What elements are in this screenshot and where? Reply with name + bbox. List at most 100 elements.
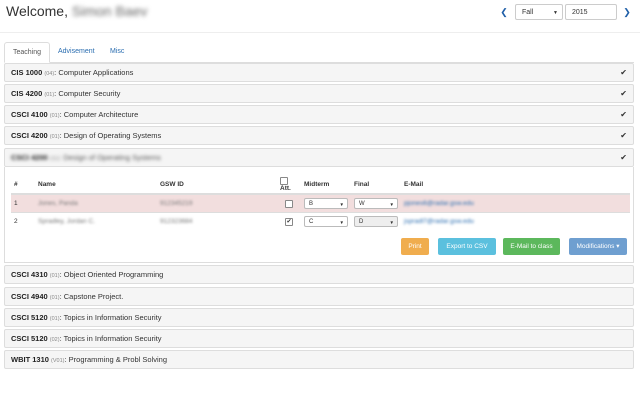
course-code: CIS 1000 (11, 68, 43, 77)
chevron-down-icon (390, 217, 394, 228)
course-title: : Computer Security (54, 89, 121, 98)
course-row[interactable]: CSCI 4200 (01): Design of Operating Syst… (4, 126, 634, 145)
course-code: CSCI 4310 (11, 270, 48, 279)
chevron-down-icon (340, 199, 344, 210)
course-title: : Design of Operating Systems (59, 131, 162, 140)
col-final: Final (351, 175, 401, 195)
course-section: (01) (49, 295, 60, 301)
year-input-value: 2015 (572, 9, 588, 16)
attendance-cell: ✔ (277, 212, 301, 230)
col-email: E-Mail (401, 175, 630, 195)
email-cell: pjones6@radar.gsw.edu (401, 193, 630, 213)
course-section: (11) (49, 156, 60, 162)
student-id-cell: 912345219 (157, 193, 277, 213)
course-code: CIS 4200 (11, 89, 43, 98)
next-term-icon[interactable] (620, 4, 634, 20)
student-name: Spradley, Jordan C. (38, 218, 95, 225)
course-row[interactable]: CSCI 4310 (01): Object Oriented Programm… (4, 265, 634, 284)
course-title: : Capstone Project. (59, 292, 124, 301)
final-select[interactable]: W (354, 198, 398, 209)
tab-misc[interactable]: Misc (102, 42, 132, 62)
export-csv-button[interactable]: Export to CSV (438, 238, 496, 255)
course-code: CSCI 4100 (11, 110, 48, 119)
midterm-cell: B (301, 193, 351, 213)
course-row[interactable]: WBIT 1310 (V01): Programming & Probl Sol… (4, 350, 634, 369)
roster-table: # Name GSW ID Att. Midterm Final E-Mail … (11, 175, 630, 230)
course-row[interactable]: CSCI 5120 (02): Topics in Information Se… (4, 329, 634, 348)
check-icon: ✔ (620, 89, 627, 98)
col-att: Att. (277, 175, 301, 195)
check-icon: ✔ (620, 68, 627, 77)
course-section: (V01) (51, 358, 65, 364)
course-section: (01) (49, 273, 60, 279)
student-name: Jones, Panda (38, 200, 78, 207)
course-row[interactable]: CIS 4200 (01): Computer Security ✔ (4, 84, 634, 103)
student-name-cell: Spradley, Jordan C. (35, 212, 157, 230)
final-value: W (359, 201, 365, 207)
print-button[interactable]: Print (401, 238, 429, 255)
course-code: WBIT 1310 (11, 355, 49, 364)
final-select[interactable]: D (354, 216, 398, 227)
student-id-cell: 912323684 (157, 212, 277, 230)
email-cell: jspradl7@radar.gsw.edu (401, 212, 630, 230)
midterm-select[interactable]: C (304, 216, 348, 227)
email-class-button[interactable]: E-Mail to class (503, 238, 560, 255)
course-section: (01) (49, 316, 60, 322)
user-name: Simon Baev (71, 3, 148, 19)
check-icon: ✔ (620, 153, 627, 162)
term-select[interactable]: Fall (515, 4, 563, 20)
chevron-down-icon (340, 217, 344, 228)
welcome-heading: Welcome, Simon Baev (6, 3, 147, 19)
course-title: : Topics in Information Security (59, 313, 162, 322)
col-name: Name (35, 175, 157, 195)
course-row[interactable]: CIS 1000 (04): Computer Applications ✔ (4, 63, 634, 82)
row-number: 2 (11, 212, 35, 230)
midterm-cell: C (301, 212, 351, 230)
tab-advisement[interactable]: Advisement (50, 42, 103, 62)
check-icon: ✔ (620, 131, 627, 140)
course-row[interactable]: CSCI 4100 (01): Computer Architecture ✔ (4, 105, 634, 124)
table-row: 2 Spradley, Jordan C. 912323684 ✔ C D js… (11, 212, 630, 230)
midterm-select[interactable]: B (304, 198, 348, 209)
course-section: (04) (44, 71, 55, 77)
course-section: (02) (49, 337, 60, 343)
col-gsw-id: GSW ID (157, 175, 277, 195)
course-code: CSCI 5120 (11, 334, 48, 343)
midterm-value: B (309, 201, 314, 207)
check-icon: ✔ (620, 110, 627, 119)
term-select-value: Fall (522, 9, 534, 16)
final-value: D (359, 219, 364, 225)
student-email-link[interactable]: pjones6@radar.gsw.edu (404, 200, 474, 207)
chevron-down-icon (390, 199, 394, 210)
course-section: (01) (44, 92, 55, 98)
final-cell: D (351, 212, 401, 230)
select-all-checkbox[interactable] (280, 176, 288, 185)
attendance-checkbox[interactable]: ✔ (285, 217, 293, 226)
chevron-down-icon (553, 5, 558, 21)
attendance-checkbox[interactable] (285, 199, 293, 208)
attendance-cell (277, 193, 301, 213)
tab-teaching[interactable]: Teaching (4, 42, 50, 63)
course-title: : Computer Applications (54, 68, 134, 77)
course-code: CSCI 4940 (11, 292, 48, 301)
student-email-link[interactable]: jspradl7@radar.gsw.edu (404, 218, 474, 225)
tab-bar: Teaching Advisement Misc (4, 42, 634, 63)
student-id: 912345219 (160, 200, 193, 207)
final-cell: W (351, 193, 401, 213)
header-divider (0, 32, 640, 33)
course-title: : Topics in Information Security (59, 334, 162, 343)
course-code: CSCI 4200 (11, 153, 48, 162)
course-row-expanded[interactable]: CSCI 4200 (11): Design of Operating Syst… (4, 148, 634, 167)
course-row[interactable]: CSCI 4940 (01): Capstone Project. (4, 287, 634, 306)
course-code: CSCI 5120 (11, 313, 48, 322)
modifications-dropdown[interactable]: Modifications ▾ (569, 238, 627, 255)
col-number: # (11, 175, 35, 195)
col-att-label: Att. (280, 184, 291, 192)
year-input[interactable]: 2015 (565, 4, 617, 20)
col-midterm: Midterm (301, 175, 351, 195)
course-row[interactable]: CSCI 5120 (01): Topics in Information Se… (4, 308, 634, 327)
course-title: : Computer Architecture (59, 110, 139, 119)
row-number: 1 (11, 193, 35, 213)
previous-term-icon[interactable] (497, 4, 511, 20)
student-id: 912323684 (160, 218, 193, 225)
